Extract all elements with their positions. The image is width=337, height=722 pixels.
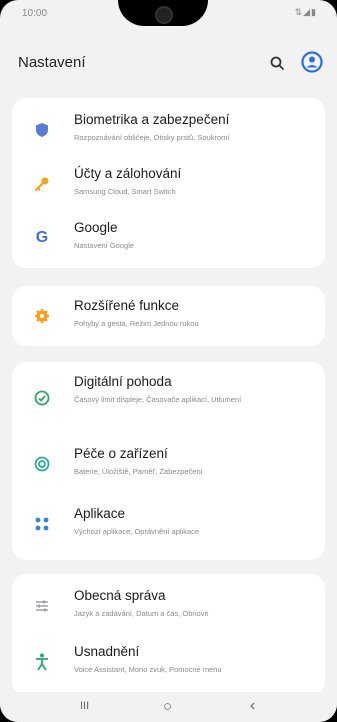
item-label: Biometrika a zabezpečení [74, 112, 230, 127]
settings-group-general: Obecná správa Jazyk a zadávání, Datum a … [12, 574, 325, 696]
key-icon [32, 174, 52, 194]
settings-header: Nastavení [0, 46, 337, 76]
item-subtitle: Samsung Cloud, Smart Switch [74, 187, 176, 196]
settings-group-device: Digitální pohoda Časový limit displeje, … [12, 362, 325, 560]
item-subtitle: Baterie, Úložiště, Paměť, Zabezpečení [74, 467, 203, 476]
profile-icon[interactable] [301, 51, 323, 73]
page-title: Nastavení [18, 54, 86, 71]
device-care-icon [32, 454, 52, 474]
settings-item-device-care[interactable]: Péče o zařízení Baterie, Úložiště, Paměť… [12, 436, 325, 492]
item-label: Péče o zařízení [74, 446, 168, 461]
status-time: 10:00 [22, 8, 48, 19]
home-button[interactable]: ○ [163, 698, 172, 715]
settings-group-security: Biometrika a zabezpečení Rozpoznávání ob… [12, 98, 325, 268]
settings-item-google[interactable]: G Google Nastavení Google [12, 210, 325, 266]
item-subtitle: Pohyby a gesta, Režim Jednou rukou [74, 319, 199, 328]
gear-plus-icon [32, 306, 52, 326]
item-subtitle: Nastavení Google [74, 241, 135, 250]
item-label: Digitální pohoda [74, 374, 172, 389]
settings-item-advanced-features[interactable]: Rozšířené funkce Pohyby a gesta, Režim J… [12, 288, 325, 344]
item-subtitle: Jazyk a zadávání, Datum a čas, Obnovit [74, 609, 209, 618]
status-icons: ⇅◢▮ [294, 7, 317, 17]
accessibility-icon [32, 652, 52, 672]
item-subtitle: Voice Assistant, Mono zvuk, Pomocné menu [74, 665, 222, 674]
search-icon[interactable] [269, 55, 285, 71]
item-subtitle: Výchozí aplikace, Oprávnění aplikace [74, 527, 200, 536]
settings-item-biometrics[interactable]: Biometrika a zabezpečení Rozpoznávání ob… [12, 102, 325, 158]
recent-apps-button[interactable]: III [80, 700, 89, 712]
sliders-icon [32, 596, 52, 616]
item-label: Usnadnění [74, 644, 140, 659]
back-button[interactable]: ‹ [250, 697, 255, 715]
settings-item-accessibility[interactable]: Usnadnění Voice Assistant, Mono zvuk, Po… [12, 634, 325, 690]
item-label: Obecná správa [74, 588, 166, 603]
item-label: Účty a zálohování [74, 166, 182, 181]
settings-group-advanced: Rozšířené funkce Pohyby a gesta, Režim J… [12, 286, 325, 346]
item-label: Aplikace [74, 506, 126, 521]
status-bar: 10:00 ⇅◢▮ [0, 0, 337, 28]
item-subtitle: Časový limit displeje, Časovače aplikací… [74, 395, 242, 404]
wellbeing-icon [32, 388, 52, 408]
settings-item-general-management[interactable]: Obecná správa Jazyk a zadávání, Datum a … [12, 578, 325, 634]
apps-grid-icon [32, 514, 52, 534]
settings-item-apps[interactable]: Aplikace Výchozí aplikace, Oprávnění apl… [12, 496, 325, 552]
navigation-bar: III ○ ‹ [0, 692, 337, 722]
phone-screen: 10:00 ⇅◢▮ Nastavení Biometrika a zabezpe… [0, 0, 337, 722]
settings-item-accounts[interactable]: Účty a zálohování Samsung Cloud, Smart S… [12, 156, 325, 212]
item-subtitle: Rozpoznávání obličeje, Otisky prstů, Sou… [74, 133, 230, 142]
item-label: Google [74, 220, 118, 235]
google-icon: G [35, 229, 49, 246]
item-label: Rozšířené funkce [74, 298, 180, 313]
settings-item-digital-wellbeing[interactable]: Digitální pohoda Časový limit displeje, … [12, 364, 325, 432]
shield-icon [32, 120, 52, 140]
front-camera [155, 6, 173, 24]
